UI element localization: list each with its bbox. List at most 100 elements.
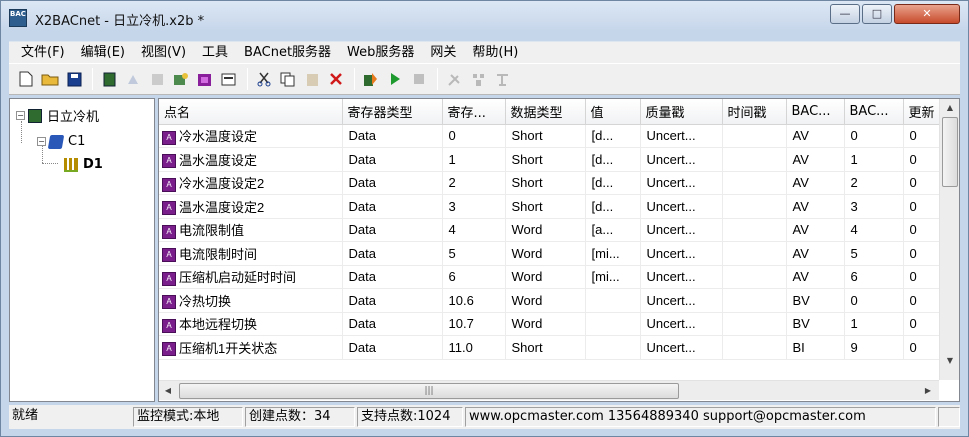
table-cell[interactable]: 0 [903, 335, 940, 360]
cell-point-name[interactable]: A 电流限制时间 [159, 241, 343, 266]
scroll-up-icon[interactable]: ▲ [940, 99, 959, 117]
table-cell[interactable]: Uncert... [640, 218, 723, 242]
table-cell[interactable]: AV [786, 171, 845, 195]
table-cell[interactable]: 5 [442, 241, 506, 266]
new-file-icon[interactable] [15, 68, 37, 90]
table-cell[interactable]: [d... [585, 171, 641, 195]
table-cell[interactable]: Short [505, 171, 586, 195]
table-cell[interactable]: Uncert... [640, 312, 723, 336]
table-cell[interactable]: [mi... [585, 265, 641, 289]
cut-icon[interactable] [253, 68, 275, 90]
cell-point-name[interactable]: A 冷水温度设定2 [159, 171, 343, 195]
table-cell[interactable] [722, 335, 787, 360]
table-cell[interactable]: BV [786, 312, 845, 336]
cell-point-name[interactable]: A 冷热切换 [159, 288, 343, 313]
table-row[interactable]: A 电流限制值 Data 4 Word [a... Uncert... AV 4 0 [159, 218, 940, 242]
tree-node-channel[interactable]: − C1 [37, 134, 85, 149]
table-cell[interactable]: 0 [903, 194, 940, 219]
table-cell[interactable]: Uncert... [640, 241, 723, 266]
table-cell[interactable]: [d... [585, 124, 641, 148]
col-header-update[interactable]: 更新 [903, 99, 940, 125]
cell-point-name[interactable]: A 冷水温度设定 [159, 124, 343, 148]
collapse-icon[interactable]: − [37, 137, 46, 146]
table-cell[interactable]: [mi... [585, 241, 641, 266]
close-button[interactable]: ✕ [894, 4, 960, 24]
tools-icon[interactable] [443, 68, 465, 90]
table-row[interactable]: A 冷水温度设定2 Data 2 Short [d... Uncert... AV 2 0 [159, 171, 940, 195]
table-cell[interactable]: Short [505, 147, 586, 172]
tools2-icon[interactable] [467, 68, 489, 90]
table-cell[interactable]: Data [342, 265, 443, 289]
title-bar[interactable]: BAC X2BACnet - 日立冷机.x2b * — □ ✕ [1, 1, 968, 35]
table-cell[interactable] [722, 171, 787, 195]
table-cell[interactable] [722, 147, 787, 172]
menu-gateway[interactable]: 网关 [422, 42, 464, 64]
table-cell[interactable]: Data [342, 335, 443, 360]
menu-tools[interactable]: 工具 [194, 42, 236, 64]
cell-point-name[interactable]: A 温水温度设定 [159, 147, 343, 172]
table-cell[interactable]: 0 [903, 218, 940, 242]
table-row[interactable]: A 本地远程切换 Data 10.7 Word Uncert... BV 1 0 [159, 312, 940, 336]
add-device-icon[interactable] [146, 68, 168, 90]
table-cell[interactable]: Word [505, 265, 586, 289]
cell-point-name[interactable]: A 本地远程切换 [159, 312, 343, 336]
menu-file[interactable]: 文件(F) [13, 42, 73, 64]
table-cell[interactable] [722, 194, 787, 219]
stop-icon[interactable] [408, 68, 430, 90]
open-folder-icon[interactable] [39, 68, 61, 90]
table-cell[interactable]: 2 [844, 171, 904, 195]
scroll-left-icon[interactable]: ◀ [159, 381, 177, 401]
scroll-down-icon[interactable]: ▼ [940, 352, 959, 370]
col-header-register[interactable]: 寄存... [442, 99, 506, 125]
table-cell[interactable] [722, 288, 787, 313]
table-cell[interactable]: 2 [442, 171, 506, 195]
add-channel-icon[interactable] [122, 68, 144, 90]
col-header-point-name[interactable]: 点名 [159, 99, 343, 125]
col-header-timestamp[interactable]: 时间戳 [722, 99, 787, 125]
table-cell[interactable]: Data [342, 241, 443, 266]
table-cell[interactable]: Uncert... [640, 265, 723, 289]
run-icon[interactable] [384, 68, 406, 90]
table-cell[interactable] [722, 218, 787, 242]
table-cell[interactable]: 4 [844, 218, 904, 242]
table-cell[interactable]: 10.7 [442, 312, 506, 336]
menu-view[interactable]: 视图(V) [133, 42, 194, 64]
table-cell[interactable]: Word [505, 312, 586, 336]
table-cell[interactable]: 11.0 [442, 335, 506, 360]
vertical-scroll-thumb[interactable] [942, 117, 958, 187]
copy-icon[interactable] [277, 68, 299, 90]
scroll-right-icon[interactable]: ▶ [919, 381, 937, 401]
table-row[interactable]: A 电流限制时间 Data 5 Word [mi... Uncert... AV 5 0 [159, 241, 940, 266]
table-cell[interactable]: Uncert... [640, 194, 723, 219]
table-row[interactable]: A 压缩机1开关状态 Data 11.0 Short Uncert... BI 9 0 [159, 335, 940, 360]
table-cell[interactable]: 9 [844, 335, 904, 360]
table-cell[interactable]: Uncert... [640, 171, 723, 195]
paste-icon[interactable] [301, 68, 323, 90]
table-cell[interactable]: 3 [442, 194, 506, 219]
add-point-icon[interactable] [170, 68, 192, 90]
table-cell[interactable]: AV [786, 124, 845, 148]
table-cell[interactable]: Short [505, 335, 586, 360]
table-cell[interactable]: Uncert... [640, 124, 723, 148]
table-cell[interactable]: 0 [442, 124, 506, 148]
menu-edit[interactable]: 编辑(E) [73, 42, 133, 64]
table-cell[interactable]: Word [505, 241, 586, 266]
menu-help[interactable]: 帮助(H) [464, 42, 526, 64]
table-cell[interactable]: Data [342, 171, 443, 195]
table-cell[interactable]: Uncert... [640, 288, 723, 313]
table-cell[interactable]: 0 [903, 171, 940, 195]
table-cell[interactable]: 0 [903, 241, 940, 266]
table-cell[interactable]: Short [505, 124, 586, 148]
table-cell[interactable]: Data [342, 312, 443, 336]
monitor-icon[interactable] [360, 68, 382, 90]
cell-point-name[interactable]: A 温水温度设定2 [159, 194, 343, 219]
horizontal-scrollbar[interactable]: ◀ ||| ▶ [159, 380, 939, 400]
table-cell[interactable]: 0 [903, 147, 940, 172]
cell-point-name[interactable]: A 压缩机1开关状态 [159, 335, 343, 360]
table-cell[interactable]: Word [505, 218, 586, 242]
table-cell[interactable]: 0 [903, 312, 940, 336]
table-cell[interactable]: 5 [844, 241, 904, 266]
table-cell[interactable]: AV [786, 265, 845, 289]
table-cell[interactable]: BI [786, 335, 845, 360]
table-row[interactable]: A 冷水温度设定 Data 0 Short [d... Uncert... AV 0 0 [159, 124, 940, 148]
